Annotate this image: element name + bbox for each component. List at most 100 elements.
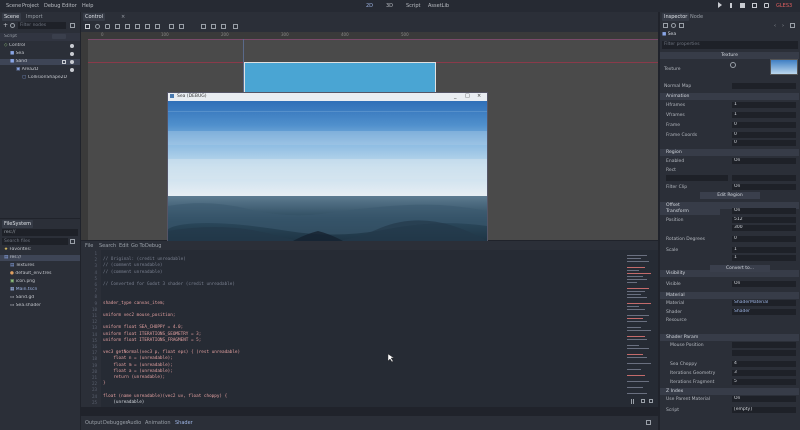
tab-import[interactable]: Import [24, 13, 45, 21]
list-select-icon[interactable] [125, 24, 130, 29]
convert-button[interactable]: Convert to... [710, 265, 770, 272]
tab-node[interactable]: Node [688, 13, 705, 21]
iterations-geometry-value[interactable]: 3 [732, 370, 796, 376]
normal-map-value[interactable] [732, 83, 796, 89]
pan-icon[interactable] [145, 24, 150, 29]
menu-file[interactable]: File [83, 242, 95, 250]
add-node-icon[interactable]: + [3, 22, 8, 29]
script-icon[interactable] [62, 60, 66, 64]
section-transform-header[interactable]: Transform [660, 208, 720, 215]
sea-choppy-value[interactable]: 4 [732, 361, 796, 367]
lock-icon[interactable] [201, 24, 206, 29]
minimap[interactable] [627, 251, 655, 401]
use-parent-material-toggle[interactable]: On [732, 396, 796, 402]
mode-script[interactable]: Script [406, 3, 421, 9]
play-custom-icon[interactable] [764, 3, 769, 8]
search-files-input[interactable]: Search files [2, 238, 68, 245]
rotation-value[interactable]: 0 [732, 236, 796, 242]
visibility-icon[interactable] [70, 68, 74, 72]
mode-2d[interactable]: 2D [366, 3, 373, 9]
pivot-icon[interactable] [135, 24, 140, 29]
ruler-icon[interactable] [155, 24, 160, 29]
mouse-position-y[interactable] [732, 350, 796, 356]
mode-assetlib[interactable]: AssetLib [428, 3, 449, 9]
section-texture-header[interactable]: Texture [660, 52, 799, 59]
save-resource-icon[interactable] [679, 23, 684, 28]
mode-3d[interactable]: 3D [386, 3, 393, 9]
menu-search[interactable]: Search [97, 242, 118, 250]
play-scene-icon[interactable] [752, 3, 757, 8]
skeleton-icon[interactable] [221, 24, 226, 29]
menu-project[interactable]: Project [22, 3, 39, 9]
section-region-header[interactable]: Region [660, 149, 799, 156]
pause-icon[interactable] [730, 3, 732, 8]
position-x[interactable]: 512 [732, 217, 796, 223]
close-icon[interactable]: × [477, 93, 481, 99]
clear-icon[interactable] [730, 62, 736, 68]
expand-icon[interactable] [649, 399, 653, 403]
tree-item-control[interactable]: ◇ Control [0, 43, 80, 49]
stop-icon[interactable] [740, 3, 745, 8]
position-y[interactable]: 300 [732, 225, 796, 231]
frame-coords-x[interactable]: 0 [732, 132, 796, 138]
tree-item-area2d[interactable]: ▣ Area2D [0, 67, 80, 73]
texture-preview[interactable] [770, 59, 798, 75]
new-resource-icon[interactable] [663, 23, 668, 28]
tab-animation[interactable]: Animation [143, 419, 173, 427]
mouse-position-x[interactable] [732, 342, 796, 348]
tab-audio[interactable]: Audio [125, 419, 143, 427]
file-item-root[interactable]: ▤ res:// [0, 255, 80, 261]
view-icon[interactable] [233, 24, 238, 29]
menu-debug[interactable]: Debug [44, 3, 60, 9]
enabled-toggle[interactable]: On [732, 158, 796, 164]
tab-control-scene[interactable]: Control [83, 13, 106, 21]
load-resource-icon[interactable] [671, 23, 676, 28]
instance-icon[interactable] [10, 23, 15, 28]
frame-coords-y[interactable]: 0 [732, 140, 796, 146]
filter-clip-toggle[interactable]: On [732, 184, 796, 190]
minimize-icon[interactable]: _ [454, 93, 457, 99]
expand-panel-icon[interactable] [646, 420, 651, 425]
shader-value[interactable]: Shader [732, 309, 796, 315]
hframes-value[interactable]: 1 [732, 102, 796, 108]
move-mode-icon[interactable] [95, 24, 100, 29]
tab-shader[interactable]: Shader [173, 419, 195, 427]
menu-scene[interactable]: Scene [6, 3, 21, 9]
rotate-mode-icon[interactable] [105, 24, 110, 29]
file-item-textures[interactable]: ▤ Textures [0, 263, 80, 269]
visibility-icon[interactable] [70, 44, 74, 48]
object-properties-icon[interactable] [790, 23, 795, 28]
vframes-value[interactable]: 1 [732, 112, 796, 118]
visible-toggle[interactable]: On [732, 281, 796, 287]
history-forward-icon[interactable]: › [782, 23, 784, 29]
code-area[interactable]: // Original: (credit unreadable)// (comm… [103, 251, 623, 407]
rect-x[interactable] [666, 175, 728, 181]
material-value[interactable]: ShaderMaterial [732, 300, 796, 306]
scale-mode-icon[interactable] [115, 24, 120, 29]
path-field[interactable]: res:// [2, 229, 78, 236]
edit-region-button[interactable]: Edit Region [700, 192, 760, 199]
frame-value[interactable]: 0 [732, 122, 796, 128]
attach-script-icon[interactable] [70, 23, 75, 28]
file-item-icon[interactable]: ▣ icon.png [0, 279, 80, 285]
menu-help[interactable]: Help [82, 3, 93, 9]
pause-icon[interactable] [631, 399, 634, 404]
visibility-icon[interactable] [70, 60, 74, 64]
menu-editor[interactable]: Editor [62, 3, 77, 9]
snap-icon[interactable] [169, 24, 174, 29]
rect-y[interactable] [732, 175, 796, 181]
smart-snap-icon[interactable] [179, 24, 184, 29]
section-material-header[interactable]: Material [660, 292, 799, 299]
breakpoint-icon[interactable] [641, 399, 645, 403]
script-chip[interactable] [52, 34, 66, 39]
filter-nodes-input[interactable]: Filter nodes [18, 22, 66, 29]
iterations-fragment-value[interactable]: 5 [732, 379, 796, 385]
tab-filesystem[interactable]: FileSystem [2, 220, 34, 228]
tree-item-sea[interactable]: ■ Sea [0, 51, 80, 57]
scale-x[interactable]: 1 [732, 247, 796, 253]
centered-toggle[interactable]: On [732, 208, 796, 214]
select-mode-icon[interactable] [85, 24, 90, 29]
section-z-index-header[interactable]: Z Index [660, 388, 799, 395]
split-mode-icon[interactable] [70, 239, 75, 244]
file-item-default-env[interactable]: ● default_env.tres [0, 271, 80, 277]
